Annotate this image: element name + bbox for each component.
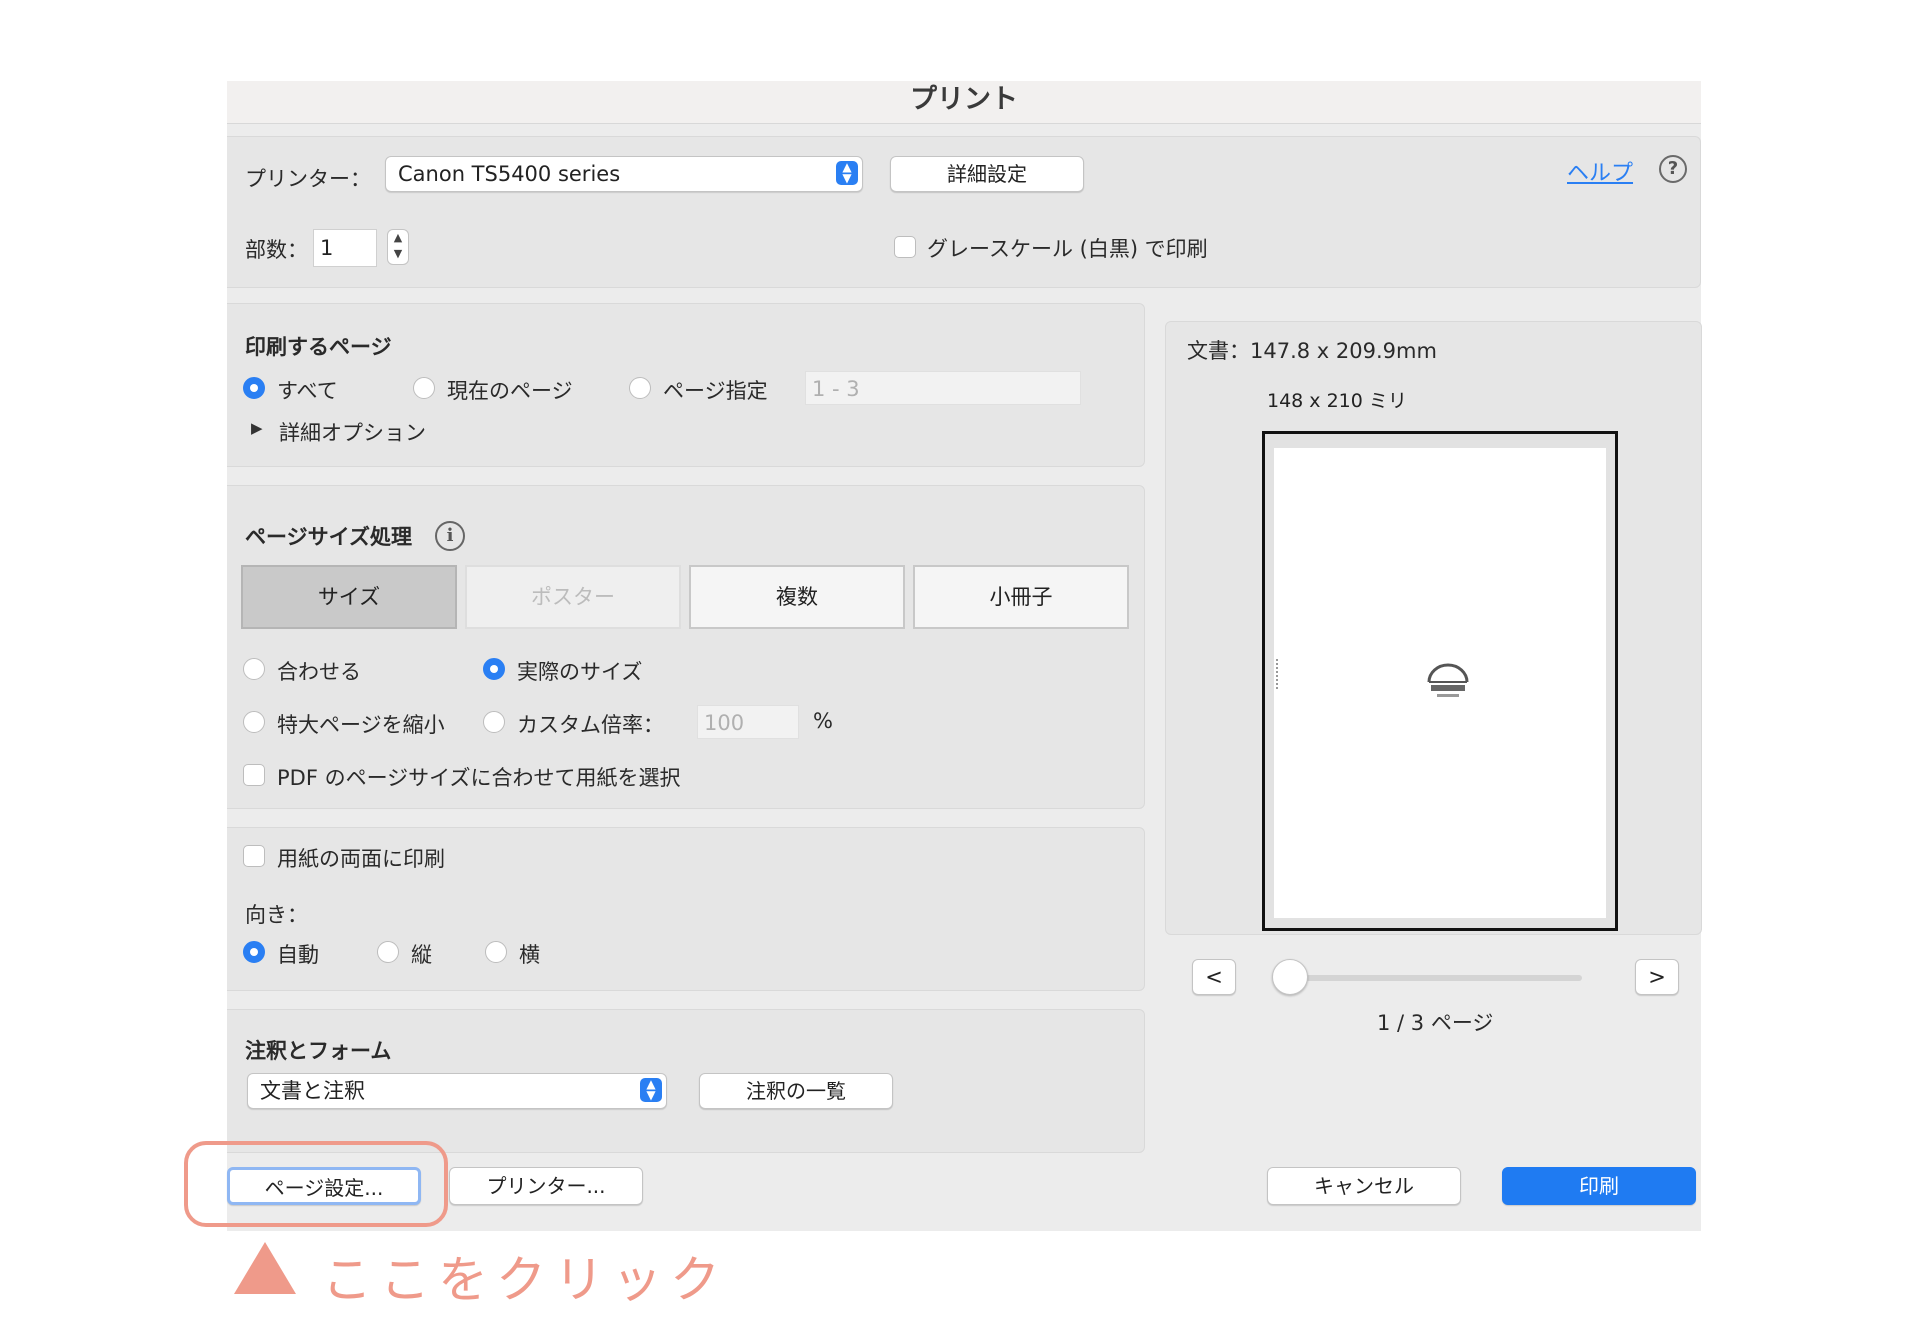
copies-stepper[interactable]: ▲ ▼	[387, 229, 409, 265]
page-slider-track[interactable]	[1287, 975, 1582, 981]
tab-size[interactable]: サイズ	[241, 565, 457, 629]
next-page-button[interactable]: >	[1635, 959, 1679, 995]
help-icon[interactable]: ?	[1659, 155, 1687, 183]
page-preview	[1262, 431, 1618, 931]
orientation-portrait-radio[interactable]	[377, 941, 399, 963]
printer-select-value: Canon TS5400 series	[398, 162, 621, 186]
pages-current-label: 現在のページ	[447, 379, 573, 403]
printer-label: プリンター：	[245, 167, 371, 191]
annotation-text: ここをクリック	[322, 1251, 728, 1309]
orientation-portrait-label: 縦	[411, 943, 432, 967]
dialog-title: プリント	[910, 84, 1018, 115]
pages-all-label: すべて	[277, 379, 338, 403]
tab-multiple[interactable]: 複数	[689, 565, 905, 629]
disclosure-triangle-icon[interactable]: ▶	[251, 419, 263, 437]
custom-scale-label: カスタム倍率：	[517, 713, 664, 737]
printer-button[interactable]: プリンター...	[449, 1167, 643, 1205]
pages-range-label: ページ指定	[663, 379, 768, 403]
fit-radio[interactable]	[243, 658, 265, 680]
cancel-button[interactable]: キャンセル	[1267, 1167, 1461, 1205]
pages-current-radio[interactable]	[413, 377, 435, 399]
comments-select-value: 文書と注釈	[260, 1079, 365, 1103]
prev-page-button[interactable]: <	[1192, 959, 1236, 995]
printer-select[interactable]: Canon TS5400 series ▲ ▼	[385, 156, 863, 192]
orientation-auto-label: 自動	[277, 943, 319, 967]
info-icon[interactable]: i	[435, 521, 465, 551]
fit-label: 合わせる	[277, 660, 361, 684]
advanced-button[interactable]: 詳細設定	[890, 156, 1084, 192]
actual-size-radio[interactable]	[483, 658, 505, 680]
page-size-heading: ページサイズ処理	[245, 525, 412, 549]
scale-input[interactable]: 100	[697, 705, 799, 739]
page-indicator: 1 / 3 ページ	[1377, 1011, 1494, 1035]
summarize-comments-button[interactable]: 注釈の一覧	[699, 1073, 893, 1109]
document-size-label: 文書：147.8 x 209.9mm	[1187, 339, 1437, 363]
logo-icon	[1427, 663, 1469, 697]
shrink-label: 特大ページを縮小	[277, 713, 445, 737]
help-link[interactable]: ヘルプ	[1567, 155, 1633, 187]
duplex-label: 用紙の両面に印刷	[277, 847, 445, 871]
comments-heading: 注釈とフォーム	[245, 1039, 392, 1063]
print-button[interactable]: 印刷	[1502, 1167, 1696, 1205]
pages-heading: 印刷するページ	[245, 335, 392, 359]
title-bar: プリント	[227, 81, 1701, 124]
pages-range-input[interactable]: 1 - 3	[805, 371, 1081, 405]
orientation-landscape-radio[interactable]	[485, 941, 507, 963]
select-updown-icon: ▲ ▼	[836, 161, 858, 185]
more-options-label[interactable]: 詳細オプション	[279, 417, 426, 447]
percent-label: %	[813, 709, 833, 733]
pdf-paper-checkbox[interactable]	[243, 764, 265, 786]
paper-size-label: 148 x 210 ミリ	[1267, 390, 1407, 412]
orientation-label: 向き：	[245, 903, 308, 927]
orientation-landscape-label: 横	[519, 943, 540, 967]
comments-select[interactable]: 文書と注釈 ▲ ▼	[247, 1073, 667, 1109]
triangle-pointer-icon	[234, 1242, 296, 1294]
custom-scale-radio[interactable]	[483, 711, 505, 733]
grayscale-checkbox[interactable]	[894, 236, 916, 258]
select-updown-icon: ▲ ▼	[640, 1078, 662, 1102]
copies-input[interactable]: 1	[313, 229, 377, 267]
print-dialog: プリント プリンター： Canon TS5400 series ▲ ▼ 詳細設定 …	[227, 81, 1702, 1231]
highlight-callout	[184, 1141, 448, 1227]
copies-label: 部数：	[245, 238, 308, 262]
orientation-auto-radio[interactable]	[243, 941, 265, 963]
pages-all-radio[interactable]	[243, 377, 265, 399]
duplex-checkbox[interactable]	[243, 845, 265, 867]
tab-poster[interactable]: ポスター	[465, 565, 681, 629]
shrink-radio[interactable]	[243, 711, 265, 733]
page-slider-thumb[interactable]	[1272, 959, 1308, 995]
pdf-paper-label: PDF のページサイズに合わせて用紙を選択	[277, 766, 681, 790]
grayscale-label: グレースケール (白黒) で印刷	[927, 237, 1208, 261]
actual-size-label: 実際のサイズ	[517, 660, 643, 684]
tab-booklet[interactable]: 小冊子	[913, 565, 1129, 629]
preview-margin-mark	[1276, 659, 1286, 689]
pages-range-radio[interactable]	[629, 377, 651, 399]
